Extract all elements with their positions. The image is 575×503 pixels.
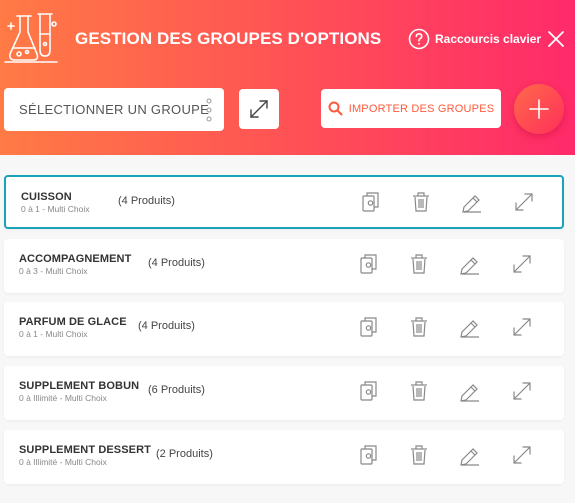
group-row-supplement-bobun[interactable]: SUPPLEMENT BOBUN 0 à Illimité - Multi Ch… (4, 366, 564, 420)
keyboard-shortcuts-label: Raccourcis clavier (435, 32, 542, 46)
page-title: GESTION DES GROUPES D'OPTIONS (75, 29, 382, 48)
trash-icon (411, 317, 427, 337)
group-row-accompagnement[interactable]: ACCOMPAGNEMENT 0 à 3 - Multi Choix (4 Pr… (4, 239, 564, 293)
import-groups-button[interactable]: IMPORTER DES GROUPES (321, 89, 501, 128)
trash-icon (411, 445, 427, 465)
lab-flasks-icon (4, 13, 58, 63)
duplicate-group-button[interactable] (356, 251, 382, 277)
pencil-icon (460, 384, 479, 402)
expand-arrows-icon (515, 193, 533, 211)
edit-group-button[interactable] (457, 314, 483, 340)
group-product-count: (4 Produits) (148, 257, 205, 269)
pencil-icon (460, 320, 479, 338)
edit-group-button[interactable] (459, 189, 485, 215)
delete-group-button[interactable] (406, 442, 432, 468)
duplicate-group-button[interactable] (356, 378, 382, 404)
keyboard-shortcuts-link[interactable]: Raccourcis clavier (408, 28, 541, 50)
group-name: SUPPLEMENT BOBUN (19, 380, 140, 392)
group-choice-rule: 0 à Illimité - Multi Choix (19, 457, 107, 467)
group-select-placeholder: SÉLECTIONNER UN GROUPE (19, 102, 210, 117)
search-icon (328, 101, 343, 116)
expand-arrows-icon (513, 382, 531, 400)
duplicate-group-button[interactable] (356, 314, 382, 340)
trash-icon (411, 254, 427, 274)
group-product-count: (2 Produits) (156, 448, 213, 460)
expand-arrows-icon (513, 318, 531, 336)
expand-arrows-icon (513, 446, 531, 464)
delete-group-button[interactable] (408, 189, 434, 215)
group-name: ACCOMPAGNEMENT (19, 253, 132, 265)
group-choice-rule: 0 à Illimité - Multi Choix (19, 393, 107, 403)
copy-icon (360, 381, 377, 401)
group-choice-rule: 0 à 1 - Multi Choix (21, 204, 90, 214)
copy-icon (360, 254, 377, 274)
pencil-icon (460, 448, 479, 466)
group-row-supplement-dessert[interactable]: SUPPLEMENT DESSERT 0 à Illimité - Multi … (4, 430, 564, 484)
plus-icon (529, 99, 549, 119)
copy-icon (362, 192, 379, 212)
add-group-button[interactable] (514, 84, 564, 134)
open-group-button[interactable] (509, 251, 535, 277)
delete-group-button[interactable] (406, 378, 432, 404)
group-product-count: (4 Produits) (118, 195, 175, 207)
trash-icon (411, 381, 427, 401)
delete-group-button[interactable] (406, 314, 432, 340)
group-name: SUPPLEMENT DESSERT (19, 444, 151, 456)
group-name: PARFUM DE GLACE (19, 316, 127, 328)
import-groups-label: IMPORTER DES GROUPES (348, 102, 495, 115)
edit-group-button[interactable] (457, 378, 483, 404)
edit-group-button[interactable] (457, 251, 483, 277)
group-choice-rule: 0 à 1 - Multi Choix (19, 329, 88, 339)
question-circle-icon (408, 28, 430, 50)
copy-icon (360, 445, 377, 465)
pencil-icon (462, 195, 481, 213)
group-product-count: (6 Produits) (148, 384, 205, 396)
close-icon[interactable] (547, 30, 565, 48)
group-choice-rule: 0 à 3 - Multi Choix (19, 266, 88, 276)
open-group-button[interactable] (509, 378, 535, 404)
pencil-icon (460, 257, 479, 275)
expand-arrows-icon (250, 100, 268, 118)
delete-group-button[interactable] (406, 251, 432, 277)
group-row-cuisson[interactable]: CUISSON 0 à 1 - Multi Choix (4 Produits) (4, 175, 564, 229)
expand-all-button[interactable] (239, 89, 279, 129)
vertical-dots-icon (206, 98, 212, 122)
open-group-button[interactable] (509, 442, 535, 468)
expand-arrows-icon (513, 255, 531, 273)
trash-icon (413, 192, 429, 212)
group-name: CUISSON (21, 191, 72, 203)
duplicate-group-button[interactable] (356, 442, 382, 468)
copy-icon (360, 317, 377, 337)
edit-group-button[interactable] (457, 442, 483, 468)
open-group-button[interactable] (511, 189, 537, 215)
open-group-button[interactable] (509, 314, 535, 340)
group-row-parfum-de-glace[interactable]: PARFUM DE GLACE 0 à 1 - Multi Choix (4 P… (4, 302, 564, 356)
group-product-count: (4 Produits) (138, 320, 195, 332)
group-select[interactable]: SÉLECTIONNER UN GROUPE (4, 88, 224, 131)
header-banner: GESTION DES GROUPES D'OPTIONS Raccourcis… (0, 0, 575, 155)
duplicate-group-button[interactable] (358, 189, 384, 215)
